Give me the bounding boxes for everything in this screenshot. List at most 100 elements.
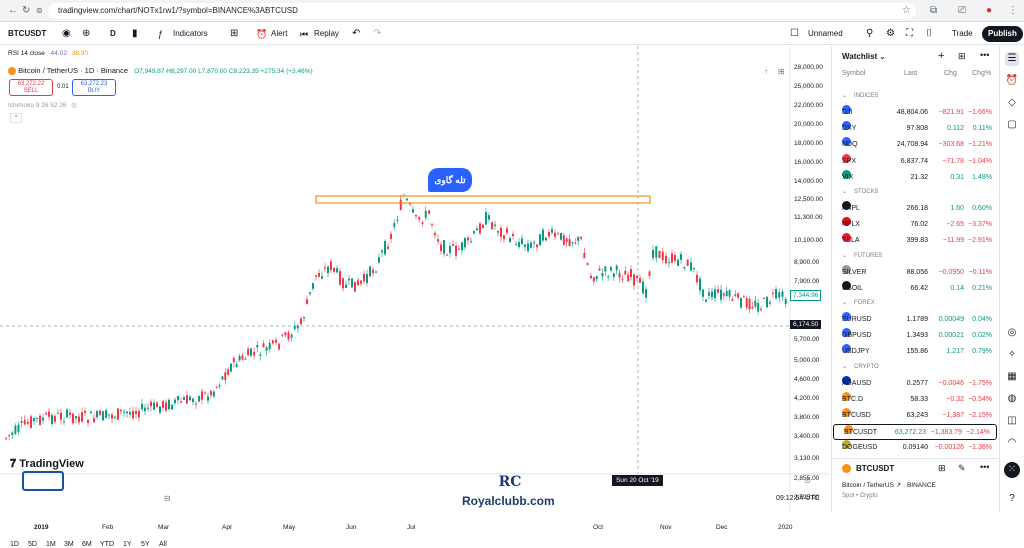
cast-icon[interactable]: ⎚	[958, 5, 966, 17]
hidden-eye-icon[interactable]: ◎	[71, 102, 77, 109]
ideas-icon[interactable]: ✧	[1005, 348, 1019, 362]
range-button-1y[interactable]: 1Y	[123, 541, 132, 548]
range-button-ytd[interactable]: YTD	[100, 541, 114, 548]
range-button-1d[interactable]: 1D	[10, 541, 19, 548]
collapse-legend-icon[interactable]: ⌃	[10, 113, 22, 123]
range-button-1m[interactable]: 1M	[46, 541, 56, 548]
bookmark-star-icon[interactable]: ☆	[902, 5, 911, 17]
details-more-icon[interactable]: •••	[980, 462, 989, 472]
browser-menu-icon[interactable]: ⋮	[1008, 5, 1018, 17]
back-icon[interactable]: ←	[8, 5, 18, 17]
calendar-icon[interactable]: ▦	[1005, 370, 1019, 384]
watchlist-row[interactable]: NDQ 24,708.94 −303.68 −1.21%	[832, 137, 998, 153]
indicators-button[interactable]: Indicators	[173, 27, 208, 41]
buy-button[interactable]: 63,272.23 BUY	[72, 79, 116, 96]
bull-trap-annotation[interactable]: تله گاوی	[428, 168, 472, 192]
watchlist-row[interactable]: USOIL 66.42 0.14 0.21%	[832, 280, 998, 297]
globe-icon[interactable]: ◍	[1005, 392, 1019, 406]
quick-search-icon[interactable]: ⚲	[866, 27, 873, 41]
watchlist-section-crypto[interactable]: ⌄ CRYPTO	[832, 361, 998, 373]
extensions-icon[interactable]: ⧉	[930, 5, 937, 17]
redo-icon[interactable]: ↷	[373, 27, 381, 41]
undo-icon[interactable]: ↶	[352, 27, 360, 41]
external-link-icon[interactable]: ↗ ·	[896, 482, 907, 489]
layout-name-button[interactable]: Unnamed	[808, 27, 843, 41]
chat-icon[interactable]: ▢	[1005, 118, 1019, 132]
publish-button[interactable]: Publish	[982, 26, 1023, 42]
details-layout-icon[interactable]: ⊞	[938, 463, 946, 474]
tradingview-wordmark: TradingView	[19, 458, 84, 470]
symbol-search-button[interactable]: BTCUSDT	[8, 27, 46, 41]
range-button-3m[interactable]: 3M	[64, 541, 74, 548]
watchlist-row[interactable]: EURUSD 1.1789 0.00049 0.04%	[832, 312, 998, 328]
watchlist-row[interactable]: DXY 97.808 0.112 0.11%	[832, 121, 998, 137]
settings-gear-icon[interactable]: ⚙	[886, 27, 895, 41]
templates-icon[interactable]: ⊞	[230, 27, 238, 41]
add-symbol-icon[interactable]: +	[938, 50, 944, 62]
range-button-5d[interactable]: 5D	[28, 541, 37, 548]
replay-button[interactable]: Replay	[314, 27, 339, 41]
details-edit-icon[interactable]: ✎	[958, 463, 966, 474]
alert-button[interactable]: Alert	[271, 27, 287, 41]
ichimoku-legend[interactable]: Ichimoku 9 26 52 26 ◎	[8, 101, 77, 109]
watchlist-row[interactable]: BTCUSD 63,243 −1,387 −2.15%	[832, 408, 998, 424]
compare-add-icon[interactable]: ⊕	[82, 27, 90, 41]
watchlist-row[interactable]: BTC.D 58.33 −0.32 −0.54%	[832, 391, 998, 408]
snapshot-camera-icon[interactable]: ⌷	[926, 27, 932, 41]
watchlist-row[interactable]: AAPL 266.18 1.60 0.60%	[832, 201, 998, 217]
watchlist-sidebar-icon[interactable]: ☰	[1005, 52, 1019, 66]
trade-button[interactable]: Trade	[952, 27, 973, 41]
range-button-all[interactable]: All	[159, 541, 167, 548]
layers-icon[interactable]: ◇	[1005, 96, 1019, 110]
watchlist-row[interactable]: SPX 6,837.74 −71.78 −1.04%	[832, 153, 998, 170]
chart-pane[interactable]: RSI 14 close 44.02 38.90 Bitcoin / Tethe…	[0, 46, 830, 548]
watchlist-row[interactable]: BTCUSDT 63,272.23 −1,383.79 −2.14%	[833, 424, 997, 441]
goto-date-icon[interactable]: ⊙	[804, 476, 811, 485]
apps-grid-icon[interactable]: ⁙	[1004, 462, 1020, 478]
profile-avatar-icon[interactable]: ●	[986, 5, 992, 17]
address-bar[interactable]: tradingview.com/chart/NOTx1rw1/?symbol=B…	[48, 3, 916, 19]
reload-icon[interactable]: ↻	[22, 5, 30, 17]
watchlist-section-stocks[interactable]: ⌄ STOCKS	[832, 186, 998, 198]
watchlist-section-indices[interactable]: ⌄ INDICES	[832, 90, 998, 102]
target-icon[interactable]: ◎	[1005, 326, 1019, 340]
broadcast-icon[interactable]: ◠	[1005, 436, 1019, 450]
main-series-legend[interactable]: Bitcoin / TetherUS · 1D · Binance O7,949…	[8, 66, 313, 76]
advanced-view-icon[interactable]: ⊞	[958, 51, 966, 62]
details-symbol[interactable]: BTCUSDT	[856, 464, 894, 473]
eye-icon[interactable]: ◉	[62, 27, 71, 41]
interval-button[interactable]: D	[110, 27, 116, 41]
scale-settings-icon[interactable]: ⊞	[778, 67, 785, 76]
watchlist-row[interactable]: SILVER 88.056 −0.0950 −0.11%	[832, 264, 998, 281]
watchlist-section-forex[interactable]: ⌄ FOREX	[832, 297, 998, 309]
streams-icon[interactable]: ◫	[1005, 414, 1019, 428]
watchlist-row[interactable]: ADAUSD 0.2577 −0.0046 −1.75%	[832, 375, 998, 392]
watchlist-title[interactable]: Watchlist ⌄	[842, 52, 885, 61]
more-options-icon[interactable]: •••	[980, 50, 989, 60]
details-name-text: Bitcoin / TetherUS	[842, 482, 894, 489]
watchlist-row[interactable]: DJI 48,804.06 −821.91 −1.66%	[832, 105, 998, 121]
candle-type-icon[interactable]: ▮	[132, 27, 138, 41]
resistance-zone-rectangle[interactable]	[315, 195, 651, 204]
sell-button[interactable]: 63,272.22 SELL	[9, 79, 53, 96]
tradingview-logo[interactable]: 𝟕 TradingView	[10, 458, 84, 471]
help-icon[interactable]: ?	[1005, 492, 1019, 506]
watchlist-row[interactable]: TSLA 399.83 −11.99 −2.91%	[832, 233, 998, 249]
alerts-clock-icon[interactable]: ⏰	[1005, 74, 1019, 88]
watchlist-row[interactable]: USDJPY 155.86 1.217 0.79%	[832, 344, 998, 360]
candlestick-chart[interactable]	[0, 46, 830, 512]
fullscreen-icon[interactable]: ⛶	[906, 27, 913, 41]
site-info-icon[interactable]: ⊜	[36, 5, 43, 17]
watchlist-row[interactable]: VIX 21.32 0.31 1.48%	[832, 169, 998, 186]
watchlist-row[interactable]: GBPUSD 1.3493 0.00021 0.02%	[832, 328, 998, 344]
range-button-6m[interactable]: 6M	[82, 541, 92, 548]
watchlist-row[interactable]: DOGEUSD 0.09140 −0.00126 −1.36%	[832, 440, 998, 456]
watchlist-row[interactable]: NFLX 76.02 −2.65 −3.37%	[832, 217, 998, 233]
watchlist-section-futures[interactable]: ⌄ FUTURES	[832, 250, 998, 262]
date-range-icon[interactable]: ⊟	[164, 494, 171, 503]
rsi-legend[interactable]: RSI 14 close 44.02 38.90	[8, 50, 88, 57]
change-value: 1.217	[946, 348, 964, 356]
range-button-5y[interactable]: 5Y	[141, 541, 150, 548]
scroll-up-icon[interactable]: ↑	[764, 67, 768, 76]
utc-clock[interactable]: 09:12:54 UTC	[776, 495, 820, 502]
